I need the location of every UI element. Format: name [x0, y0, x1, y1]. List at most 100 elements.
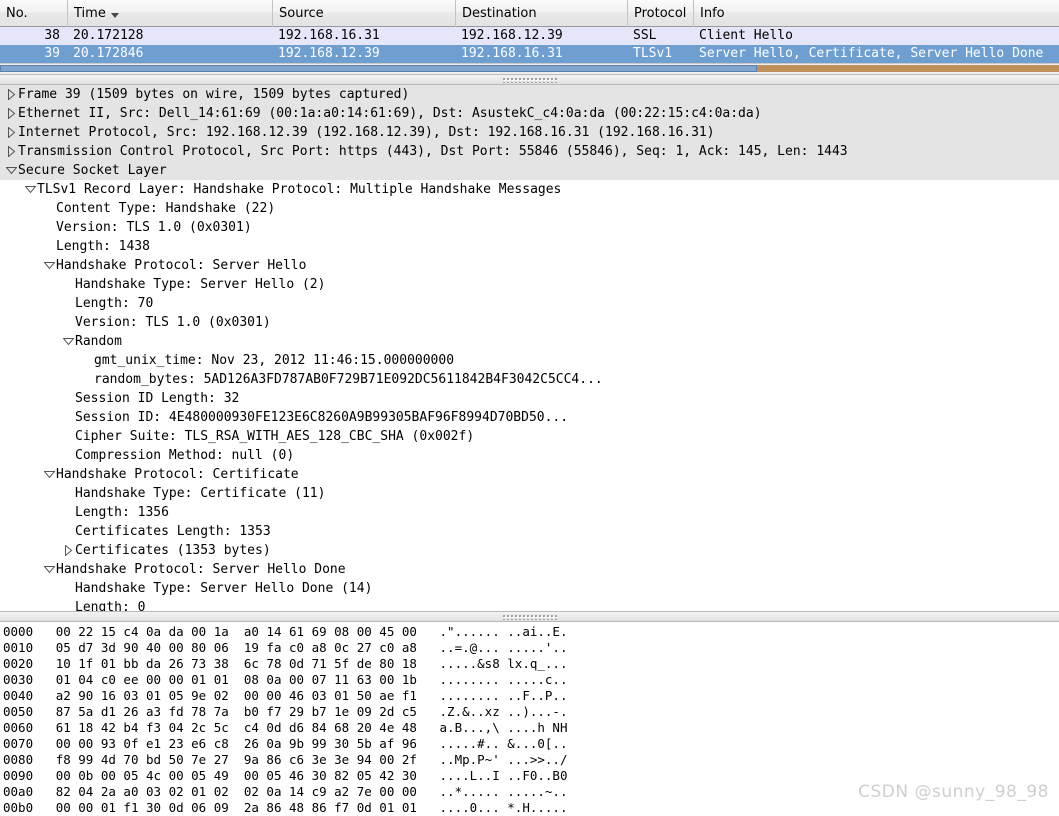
hex-offset: 00b0: [3, 800, 34, 815]
hex-bytes-left: 05 d7 3d 90 40 00 80 06: [55, 640, 229, 655]
hex-bytes-right: 26 0a 9b 99 30 5b af 96: [243, 736, 417, 751]
packet-list-pane[interactable]: No. Time Source Destination Protocol Inf…: [0, 0, 1059, 74]
watermark-text: CSDN @sunny_98_98: [858, 782, 1049, 802]
splitter-grip-handle[interactable]: [502, 78, 557, 83]
hex-dump-row[interactable]: 0050 87 5a d1 26 a3 fd 78 7a b0 f7 29 b7…: [0, 704, 1059, 720]
packet-list-header[interactable]: No. Time Source Destination Protocol Inf…: [0, 0, 1059, 27]
detail-tree-node[interactable]: Cipher Suite: TLS_RSA_WITH_AES_128_CBC_S…: [0, 427, 1059, 446]
hex-ascii-left: ........: [439, 688, 500, 703]
detail-tree-node[interactable]: Internet Protocol, Src: 192.168.12.39 (1…: [0, 123, 1059, 142]
detail-tree-node[interactable]: Frame 39 (1509 bytes on wire, 1509 bytes…: [0, 85, 1059, 104]
hex-ascii-right: .....'..: [507, 640, 568, 655]
detail-tree-node-label: Length: 1438: [56, 239, 150, 254]
splitter-detail-bytes[interactable]: [0, 611, 1059, 622]
splitter-grip-handle[interactable]: [502, 615, 557, 620]
detail-tree-node[interactable]: Length: 0: [0, 598, 1059, 611]
tree-expand-expanded-icon[interactable]: [42, 470, 56, 479]
detail-tree-node[interactable]: Certificates (1353 bytes): [0, 541, 1059, 560]
detail-tree-node[interactable]: Session ID Length: 32: [0, 389, 1059, 408]
hex-dump-row[interactable]: 0070 00 00 93 0f e1 23 e6 c8 26 0a 9b 99…: [0, 736, 1059, 752]
tree-expand-expanded-icon[interactable]: [61, 337, 75, 346]
detail-tree-node-label: Handshake Protocol: Certificate: [56, 467, 299, 482]
hex-bytes-right: 2a 86 48 86 f7 0d 01 01: [243, 800, 417, 815]
detail-tree-node[interactable]: random_bytes: 5AD126A3FD787AB0F729B71E09…: [0, 370, 1059, 389]
detail-tree-node[interactable]: Version: TLS 1.0 (0x0301): [0, 218, 1059, 237]
detail-tree-node-label: Cipher Suite: TLS_RSA_WITH_AES_128_CBC_S…: [75, 429, 475, 444]
detail-tree-node[interactable]: Length: 1356: [0, 503, 1059, 522]
detail-tree-node[interactable]: Session ID: 4E480000930FE123E6C8260A9B99…: [0, 408, 1059, 427]
hex-bytes-left: 10 1f 01 bb da 26 73 38: [55, 656, 229, 671]
column-header-info[interactable]: Info: [694, 0, 1059, 27]
tree-expand-expanded-icon[interactable]: [42, 565, 56, 574]
hex-dump-row[interactable]: 0060 61 18 42 b4 f3 04 2c 5c c4 0d d6 84…: [0, 720, 1059, 736]
hex-bytes-right: b0 f7 29 b7 1e 09 2d c5: [243, 704, 417, 719]
packet-list-horizontal-scrollbar[interactable]: [0, 63, 1059, 74]
detail-tree-node[interactable]: TLSv1 Record Layer: Handshake Protocol: …: [0, 180, 1059, 199]
detail-tree-node-label: Content Type: Handshake (22): [56, 201, 276, 216]
detail-tree-node[interactable]: Handshake Protocol: Certificate: [0, 465, 1059, 484]
scrollbar-thumb[interactable]: [0, 65, 757, 72]
hex-bytes-left: 01 04 c0 ee 00 00 01 01: [55, 672, 229, 687]
tree-expand-collapsed-icon[interactable]: [61, 545, 75, 556]
column-header-protocol[interactable]: Protocol: [628, 0, 694, 27]
detail-tree-node-label: Random: [75, 334, 122, 349]
detail-tree-node-label: Certificates (1353 bytes): [75, 543, 271, 558]
hex-dump-row[interactable]: 0080 f8 99 4d 70 bd 50 7e 27 9a 86 c6 3e…: [0, 752, 1059, 768]
tree-expand-collapsed-icon[interactable]: [4, 146, 18, 157]
detail-tree-node[interactable]: Content Type: Handshake (22): [0, 199, 1059, 218]
table-row[interactable]: 38 20.172128 192.168.16.31 192.168.12.39…: [0, 27, 1059, 45]
scrollbar-trough[interactable]: [757, 65, 1059, 72]
detail-tree-node[interactable]: Handshake Type: Server Hello (2): [0, 275, 1059, 294]
detail-tree-node[interactable]: Handshake Type: Server Hello Done (14): [0, 579, 1059, 598]
detail-tree-node-label: Certificates Length: 1353: [75, 524, 271, 539]
detail-tree-node-label: Length: 1356: [75, 505, 169, 520]
detail-tree-node[interactable]: Secure Socket Layer: [0, 161, 1059, 180]
detail-tree-node[interactable]: Length: 70: [0, 294, 1059, 313]
table-row[interactable]: 39 20.172846 192.168.12.39 192.168.16.31…: [0, 45, 1059, 63]
hex-dump-row[interactable]: 00b0 00 00 01 f1 30 0d 06 09 2a 86 48 86…: [0, 800, 1059, 816]
tree-expand-expanded-icon[interactable]: [4, 166, 18, 175]
detail-tree-node[interactable]: Version: TLS 1.0 (0x0301): [0, 313, 1059, 332]
detail-tree-node[interactable]: Ethernet II, Src: Dell_14:61:69 (00:1a:a…: [0, 104, 1059, 123]
detail-tree-node[interactable]: Compression Method: null (0): [0, 446, 1059, 465]
detail-tree-node[interactable]: Certificates Length: 1353: [0, 522, 1059, 541]
detail-tree-node[interactable]: gmt_unix_time: Nov 23, 2012 11:46:15.000…: [0, 351, 1059, 370]
column-header-source[interactable]: Source: [273, 0, 456, 27]
tree-expand-expanded-icon[interactable]: [23, 185, 37, 194]
detail-tree-node[interactable]: Handshake Type: Certificate (11): [0, 484, 1059, 503]
column-header-destination-label: Destination: [462, 5, 537, 21]
detail-tree-node[interactable]: Handshake Protocol: Server Hello Done: [0, 560, 1059, 579]
splitter-list-detail[interactable]: [0, 74, 1059, 85]
detail-tree-node-label: Handshake Protocol: Server Hello Done: [56, 562, 346, 577]
tree-expand-expanded-icon[interactable]: [42, 261, 56, 270]
hex-ascii-left: ..Mp.P~': [439, 752, 500, 767]
detail-tree-node[interactable]: Transmission Control Protocol, Src Port:…: [0, 142, 1059, 161]
hex-offset: 0040: [3, 688, 34, 703]
hex-ascii-right: .....~..: [507, 784, 568, 799]
tree-expand-collapsed-icon[interactable]: [4, 108, 18, 119]
detail-tree-node-label: Session ID: 4E480000930FE123E6C8260A9B99…: [75, 410, 569, 425]
detail-tree-node[interactable]: Random: [0, 332, 1059, 351]
hex-offset: 0010: [3, 640, 34, 655]
hex-ascii-right: ....h NH: [507, 720, 568, 735]
column-header-time[interactable]: Time: [68, 0, 273, 27]
hex-bytes-right: 6c 78 0d 71 5f de 80 18: [243, 656, 417, 671]
hex-ascii-right: ..ai..E.: [507, 624, 568, 639]
detail-tree-node[interactable]: Handshake Protocol: Server Hello: [0, 256, 1059, 275]
hex-dump-row[interactable]: 0000 00 22 15 c4 0a da 00 1a a0 14 61 69…: [0, 624, 1059, 640]
detail-tree-node-label: Internet Protocol, Src: 192.168.12.39 (1…: [18, 125, 715, 140]
hex-dump-row[interactable]: 0010 05 d7 3d 90 40 00 80 06 19 fa c0 a8…: [0, 640, 1059, 656]
detail-tree-node-label: Handshake Type: Server Hello (2): [75, 277, 326, 292]
packet-detail-pane[interactable]: Frame 39 (1509 bytes on wire, 1509 bytes…: [0, 85, 1059, 611]
hex-bytes-right: 02 0a 14 c9 a2 7e 00 00: [243, 784, 417, 799]
hex-ascii-left: .Z.&..xz: [439, 704, 500, 719]
hex-dump-row[interactable]: 0020 10 1f 01 bb da 26 73 38 6c 78 0d 71…: [0, 656, 1059, 672]
column-header-destination[interactable]: Destination: [456, 0, 628, 27]
column-header-no[interactable]: No.: [0, 0, 68, 27]
hex-dump-row[interactable]: 0030 01 04 c0 ee 00 00 01 01 08 0a 00 07…: [0, 672, 1059, 688]
tree-expand-collapsed-icon[interactable]: [4, 89, 18, 100]
hex-ascii-left: a.B...,\: [439, 720, 500, 735]
tree-expand-collapsed-icon[interactable]: [4, 127, 18, 138]
detail-tree-node[interactable]: Length: 1438: [0, 237, 1059, 256]
hex-dump-row[interactable]: 0040 a2 90 16 03 01 05 9e 02 00 00 46 03…: [0, 688, 1059, 704]
